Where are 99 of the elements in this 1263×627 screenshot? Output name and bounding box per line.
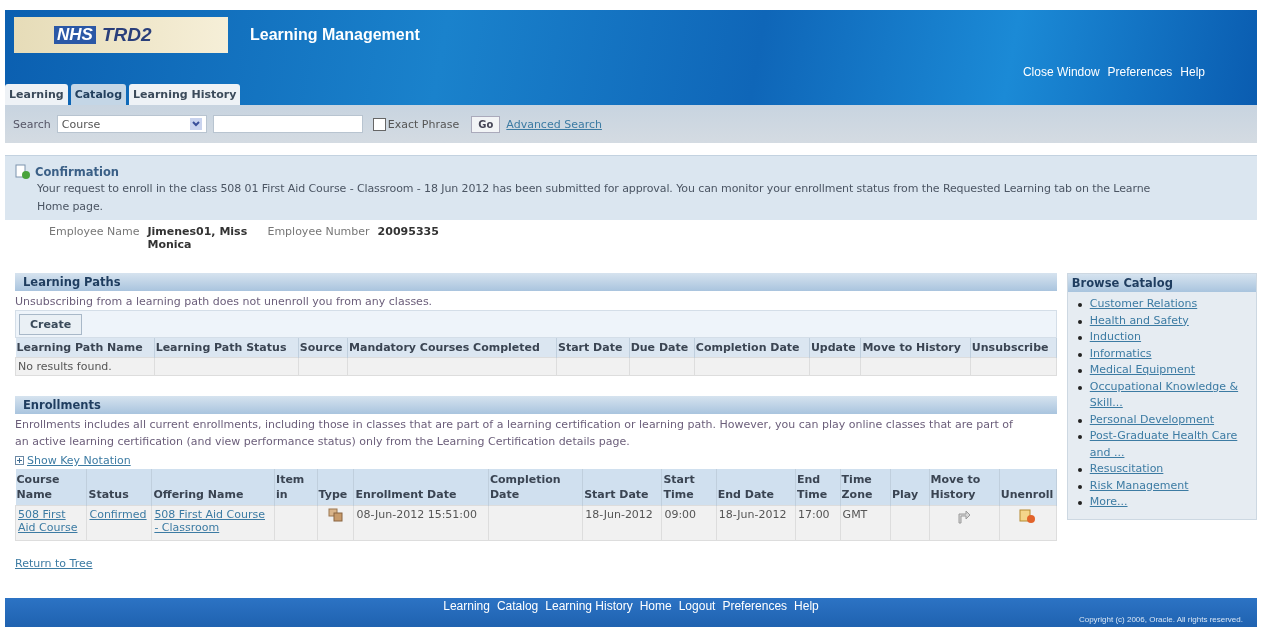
table-cell: 18-Jun-2012 (585, 508, 653, 521)
column-header: Offering Name (151, 469, 275, 506)
column-header: Item in (274, 469, 318, 506)
column-header: Play (890, 469, 930, 506)
global-link[interactable]: Preferences (1107, 65, 1173, 79)
caret-icon (189, 118, 202, 130)
column-header: Move to History (860, 338, 971, 358)
employee-number: 20095335 (377, 225, 439, 238)
column-header: Move to History (929, 469, 1000, 506)
footer-link[interactable]: Logout (678, 599, 716, 613)
column-header: Status (87, 469, 152, 506)
footer-link[interactable]: Learning History (545, 599, 633, 613)
bullet-icon (1077, 468, 1082, 472)
table-cell: 17:00 (797, 508, 830, 521)
unenroll-icon[interactable] (1018, 508, 1037, 524)
column-header: Mandatory Courses Completed (347, 338, 557, 358)
panel-title: Browse Catalog (1067, 274, 1256, 292)
go-button[interactable]: Go (471, 115, 501, 133)
global-link[interactable]: Close Window (1022, 65, 1100, 79)
employee-name: Jimenes01, Miss Monica (147, 225, 249, 251)
table-cell: 08-Jun-2012 15:51:00 (356, 508, 478, 521)
section-note: Unsubscribing from a learning path does not unenroll you from any classes. (15, 294, 434, 310)
column-header: End Time (795, 469, 841, 506)
move-to-history-icon[interactable] (956, 508, 973, 524)
search-field[interactable] (212, 115, 363, 133)
employee-name-label: Employee Name (49, 225, 140, 238)
column-header: Start Time (661, 469, 717, 506)
column-header: Start Date (556, 338, 630, 358)
bullet-icon (1077, 352, 1082, 357)
category-link[interactable]: Customer Relations (1089, 296, 1198, 313)
section-note: Enrollments includes all current enrollments, including those in classes that are part of a learning certification or learning path. However, you can play online classes that are part of an active learning certification (and view performance status) only from the Learning Certification details page. (15, 417, 1014, 450)
category-link[interactable]: Informatics (1089, 345, 1152, 362)
footer-link[interactable]: Learning (443, 599, 490, 613)
exact-phrase-label: Exact Phrase (387, 117, 460, 131)
classroom-icon (327, 508, 344, 522)
footer-link[interactable]: Home (639, 599, 672, 613)
global-link[interactable]: Help (1180, 65, 1205, 79)
logo-text: TRD2 (101, 24, 152, 46)
column-header: Type (317, 469, 354, 506)
table-cell: GMT (842, 508, 868, 521)
bullet-icon (1077, 484, 1082, 489)
tab[interactable]: Catalog (70, 84, 126, 105)
column-header: End Date (716, 469, 796, 506)
bullet-icon (1077, 435, 1082, 439)
confirmation-message: Your request to enroll in the class 508 01 First Aid Course - Classroom - 18 Jun 2012 has been submitted for approval. You can monitor your enrollment status from the Requested Learning tab on the Learne (36, 181, 1152, 197)
table-cell: No results found. (15, 357, 155, 376)
footer-link[interactable]: Catalog (496, 599, 539, 613)
category-link[interactable]: Post-Graduate Health Care and ... (1089, 428, 1252, 461)
employee-number-label: Employee Number (267, 225, 370, 238)
column-header: Update (809, 338, 861, 358)
expand-icon (15, 456, 24, 465)
category-link[interactable]: Occupational Knowledge & Skill... (1089, 378, 1252, 412)
copyright-text: Copyright (c) 2006, Oracle. All rights reserved. (1078, 615, 1244, 624)
category-link[interactable]: Induction (1089, 329, 1142, 346)
category-link[interactable]: Medical Equipment (1089, 362, 1196, 379)
tab[interactable]: Learning History (129, 84, 241, 105)
category-link[interactable]: Risk Management (1089, 477, 1189, 494)
column-header: Learning Path Status (154, 338, 299, 358)
footer-link[interactable]: Help (794, 599, 819, 613)
bullet-icon (1077, 369, 1082, 373)
section-header: Learning Paths (15, 273, 1057, 291)
column-header: Time Zone (840, 469, 891, 506)
bullet-icon (1077, 385, 1082, 390)
footer-link[interactable]: Preferences (722, 599, 788, 613)
column-header: Source (298, 338, 348, 358)
table-cell: 09:00 (664, 508, 697, 521)
category-link[interactable]: Personal Development (1089, 411, 1215, 428)
create-button[interactable]: Create (19, 314, 83, 335)
search-label: Search (13, 117, 51, 131)
exact-phrase-checkbox[interactable] (372, 117, 386, 131)
bullet-icon (1077, 319, 1082, 324)
column-header: Learning Path Name (15, 338, 155, 358)
column-header: Due Date (629, 338, 695, 358)
logo-badge: NHS (54, 26, 96, 44)
category-link[interactable]: Health and Safety (1089, 312, 1189, 329)
return-to-tree-link[interactable]: Return to Tree (15, 557, 93, 570)
column-header: Unenroll (999, 469, 1057, 506)
category-link[interactable]: Resuscitation (1089, 461, 1164, 478)
tab[interactable]: Learning (5, 84, 68, 105)
bullet-icon (1077, 418, 1082, 423)
column-header: Completion Date (694, 338, 810, 358)
column-header: Enrollment Date (353, 469, 489, 506)
advanced-search-link[interactable]: Advanced Search (506, 117, 602, 131)
column-header: Start Date (582, 469, 662, 506)
column-header: Completion Date (488, 469, 583, 506)
table-cell: 18-Jun-2012 (718, 508, 787, 521)
confirmation-icon (15, 164, 31, 180)
confirmation-title: Confirmation (35, 165, 119, 179)
bullet-icon (1077, 501, 1082, 505)
search-type-dropdown[interactable]: Course (56, 115, 207, 133)
show-key-notation-link[interactable]: Show Key Notation (27, 454, 131, 467)
app-title: Learning Management (250, 26, 420, 44)
bullet-icon (1077, 336, 1082, 340)
column-header: Course Name (15, 469, 87, 506)
bullet-icon (1077, 303, 1082, 307)
confirmation-message: Home page. (36, 199, 104, 215)
category-link[interactable]: More... (1089, 494, 1128, 511)
column-header: Unsubscribe (970, 338, 1057, 358)
section-header: Enrollments (15, 396, 1057, 414)
